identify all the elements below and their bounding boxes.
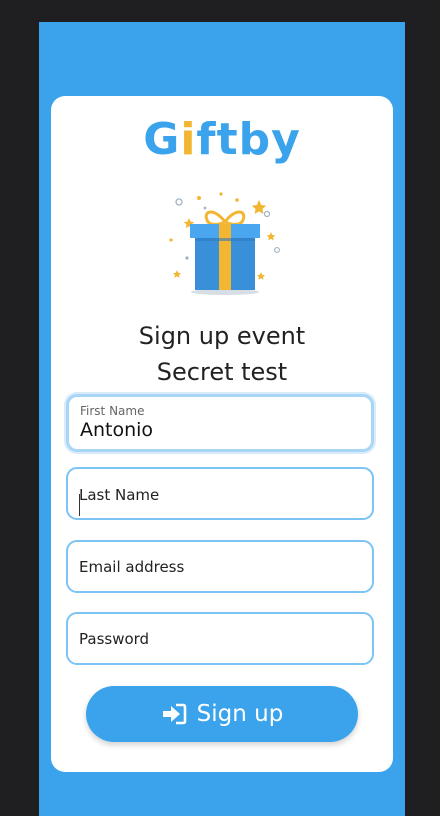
sign-up-label: Sign up <box>196 701 284 727</box>
first-name-field[interactable]: First Name Antonio <box>66 394 374 452</box>
first-name-value: Antonio <box>80 419 154 441</box>
signup-card: Giftby Sign up event Secret test First N… <box>51 96 393 772</box>
last-name-field[interactable]: Last Name <box>66 467 374 520</box>
sign-in-icon <box>162 703 186 725</box>
first-name-label: First Name <box>80 404 145 418</box>
email-field[interactable]: Email address <box>66 540 374 593</box>
last-name-placeholder: Last Name <box>79 486 160 504</box>
gift-icon <box>159 188 291 300</box>
password-field[interactable]: Password <box>66 612 374 665</box>
password-placeholder: Password <box>79 630 150 648</box>
email-placeholder: Email address <box>79 558 185 576</box>
event-subtitle: Secret test <box>156 358 288 386</box>
app-screen: Giftby Sign up event Secret test First N… <box>39 22 405 816</box>
sign-up-button[interactable]: Sign up <box>86 686 358 742</box>
event-title: Sign up event <box>138 322 306 350</box>
app-logo: Giftby <box>143 114 301 165</box>
